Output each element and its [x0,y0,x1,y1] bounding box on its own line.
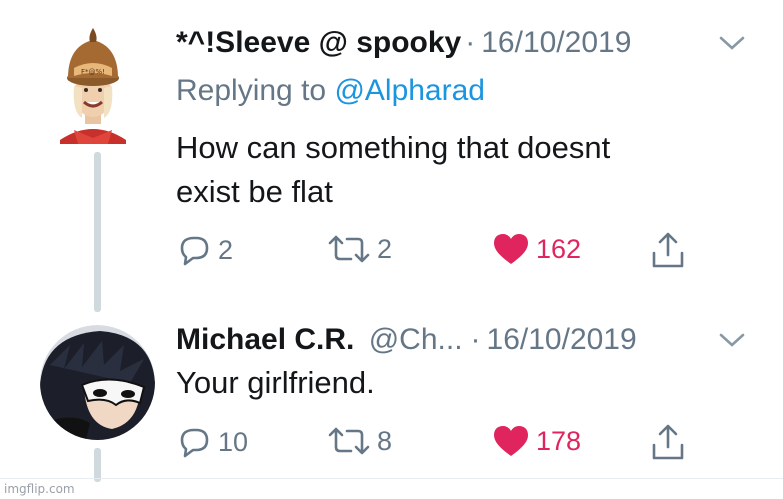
reply-count: 10 [218,427,249,457]
thread-connector-line [94,152,101,312]
like-count: 178 [536,426,582,456]
retweet-icon [328,427,370,455]
avatar[interactable] [40,325,155,440]
retweet-button[interactable]: 2 [327,233,392,265]
thread-connector-line-continued [94,448,101,482]
share-icon [652,424,684,460]
like-button[interactable]: 178 [492,424,581,458]
separator-dot: · [470,323,481,356]
heart-icon [494,234,528,264]
display-name[interactable]: *^!Sleeve @ spooky [176,26,461,59]
avatar[interactable]: F*@%! [52,22,134,144]
watermark: imgflip.com [4,482,75,496]
masked-character-avatar-icon [40,325,155,440]
like-button[interactable]: 162 [492,232,581,266]
like-count: 162 [536,234,582,264]
reply-icon [180,236,209,266]
retweet-icon [328,235,370,263]
retweet-button[interactable]: 8 [327,425,392,457]
reply-button[interactable]: 10 [176,425,248,459]
tweet-header: *^!Sleeve @ spooky · 16/10/2019 [176,25,631,61]
retweet-count: 2 [377,234,393,264]
reply-count: 2 [218,235,234,265]
replying-to-label: Replying to [176,74,335,107]
chevron-down-icon[interactable] [718,34,746,57]
retweet-count: 8 [377,426,393,456]
reply-mention-link[interactable]: @Alpharad [334,74,485,107]
svg-text:F*@%!: F*@%! [81,68,105,76]
username-handle[interactable]: @Ch... [369,323,463,356]
timestamp[interactable]: 16/10/2019 [481,26,631,59]
timestamp[interactable]: 16/10/2019 [487,323,637,356]
chevron-down-icon[interactable] [718,331,746,354]
separator-dot: · [465,26,476,59]
donkey-kong-avatar-icon: F*@%! [60,28,126,144]
heart-icon [494,426,528,456]
tweet-header: Michael C.R. @Ch... · 16/10/2019 [176,322,637,358]
reply-icon [180,428,209,458]
replying-to: Replying to @Alpharad [176,73,485,109]
reply-button[interactable]: 2 [176,233,233,267]
share-icon [652,232,684,268]
tweet-text: Your girlfriend. [176,365,375,400]
tweet-text: How can something that doesnt exist be f… [176,130,611,209]
divider [0,478,783,479]
display-name[interactable]: Michael C.R. [176,323,354,356]
share-button[interactable] [650,423,686,461]
share-button[interactable] [650,231,686,269]
